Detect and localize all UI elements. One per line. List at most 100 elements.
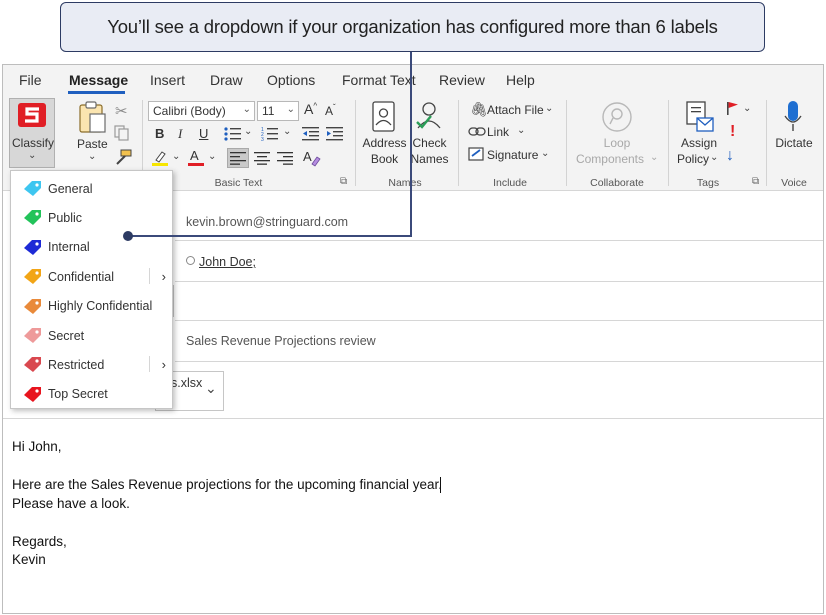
classify-menu-item-label: Public bbox=[48, 210, 83, 225]
assign-policy-icon[interactable] bbox=[685, 100, 715, 134]
label-tag-icon bbox=[24, 210, 41, 226]
font-size-combo[interactable]: 11 ⌄ bbox=[257, 101, 299, 121]
tab-insert[interactable]: Insert bbox=[150, 72, 185, 88]
paste-label: Paste bbox=[77, 137, 108, 151]
microphone-icon[interactable] bbox=[783, 100, 803, 134]
tags-group-label: Tags bbox=[696, 177, 720, 189]
signature-icon bbox=[468, 147, 484, 161]
check-names-label-1: Check bbox=[412, 136, 447, 150]
classify-dropdown-menu: General Public Internal Confidential › Highly… bbox=[10, 170, 173, 409]
link-button[interactable]: Link bbox=[487, 125, 509, 139]
tab-options[interactable]: Options bbox=[267, 72, 315, 88]
chevron-down-icon[interactable]: ⌄ bbox=[205, 380, 217, 397]
body-line-1: Here are the Sales Revenue projections f… bbox=[12, 477, 442, 492]
tab-format-text[interactable]: Format Text bbox=[342, 72, 416, 88]
chevron-down-icon: ⌄ bbox=[208, 151, 217, 162]
numbering-icon[interactable]: 1 2 3 bbox=[261, 126, 279, 142]
copy-icon[interactable] bbox=[114, 125, 130, 141]
tab-help[interactable]: Help bbox=[506, 72, 535, 88]
link-icon bbox=[468, 127, 486, 136]
chevron-right-icon[interactable]: › bbox=[162, 269, 166, 284]
check-names-label-2: Names bbox=[410, 152, 449, 166]
tab-file[interactable]: File bbox=[19, 72, 42, 88]
voice-group-label: Voice bbox=[781, 177, 807, 189]
bold-icon[interactable]: B bbox=[155, 126, 164, 141]
increase-indent-icon[interactable] bbox=[326, 126, 344, 142]
subject-field[interactable]: Sales Revenue Projections review bbox=[186, 334, 376, 348]
chevron-down-icon: ⌄ bbox=[286, 104, 295, 115]
group-separator bbox=[458, 100, 459, 186]
chevron-down-icon: ⌄ bbox=[710, 152, 719, 163]
label-tag-icon bbox=[24, 298, 41, 314]
loop-components-label-2: Components bbox=[575, 152, 645, 166]
highlight-icon[interactable] bbox=[151, 149, 169, 167]
field-divider bbox=[3, 418, 823, 419]
chevron-right-icon[interactable]: › bbox=[162, 357, 166, 372]
callout-connector bbox=[128, 235, 412, 237]
classify-menu-item[interactable]: Secret bbox=[11, 321, 172, 350]
tab-message[interactable]: Message bbox=[69, 72, 128, 88]
paste-icon[interactable] bbox=[78, 100, 108, 134]
classify-menu-item-label: Restricted bbox=[48, 357, 105, 372]
svg-text:A: A bbox=[190, 148, 199, 163]
tab-review[interactable]: Review bbox=[439, 72, 485, 88]
classify-menu-item[interactable]: Public bbox=[11, 203, 172, 232]
chevron-down-icon: ⌄ bbox=[517, 125, 526, 136]
chevron-down-icon: ⌄ bbox=[545, 103, 554, 114]
active-tab-indicator bbox=[68, 91, 125, 94]
body-closing: Regards, bbox=[12, 534, 67, 549]
classify-logo-icon bbox=[18, 103, 46, 127]
classify-menu-item-label: Secret bbox=[48, 328, 85, 343]
classify-menu-item[interactable]: Top Secret bbox=[11, 380, 172, 409]
flag-icon[interactable] bbox=[726, 101, 740, 115]
dialog-launcher-icon[interactable]: ⧉ bbox=[752, 176, 759, 187]
group-separator bbox=[355, 100, 356, 186]
classify-menu-item[interactable]: Internal bbox=[11, 233, 172, 262]
from-field[interactable]: kevin.brown@stringuard.com bbox=[186, 215, 348, 229]
cut-icon[interactable]: ✂ bbox=[115, 102, 128, 120]
clear-formatting-icon[interactable]: A bbox=[303, 149, 321, 167]
check-names-icon[interactable] bbox=[414, 100, 446, 134]
assign-policy-label-2: Policy bbox=[676, 152, 709, 166]
dialog-launcher-icon[interactable]: ⧉ bbox=[340, 176, 347, 187]
chevron-down-icon: ⌄ bbox=[244, 126, 253, 137]
label-tag-icon bbox=[24, 328, 41, 343]
chevron-down-icon: ⌄ bbox=[242, 104, 251, 115]
svg-text:3: 3 bbox=[261, 137, 264, 142]
callout-connector bbox=[410, 52, 412, 236]
field-divider bbox=[175, 281, 823, 282]
address-book-label-1: Address bbox=[362, 136, 407, 150]
font-color-icon[interactable]: A bbox=[187, 148, 205, 167]
low-importance-icon[interactable]: ↓ bbox=[726, 147, 734, 165]
shrink-font-icon[interactable]: Aˇ bbox=[325, 103, 336, 118]
classify-menu-item[interactable]: Confidential › bbox=[11, 262, 172, 291]
italic-icon[interactable]: I bbox=[178, 126, 182, 142]
underline-icon[interactable]: U bbox=[199, 126, 208, 141]
tab-draw[interactable]: Draw bbox=[210, 72, 243, 88]
submenu-separator bbox=[149, 268, 150, 285]
classify-menu-item[interactable]: Highly Confidential bbox=[11, 292, 172, 321]
attach-file-button[interactable]: Attach File bbox=[487, 103, 544, 117]
signature-button[interactable]: Signature bbox=[487, 148, 538, 162]
classify-menu-item-label: Highly Confidential bbox=[48, 299, 153, 314]
grow-font-icon[interactable]: A^ bbox=[304, 101, 317, 117]
label-tag-icon bbox=[24, 181, 41, 196]
high-importance-icon[interactable]: ! bbox=[730, 123, 735, 141]
classify-menu-item[interactable]: Restricted › bbox=[11, 350, 172, 379]
bullets-icon[interactable] bbox=[224, 126, 242, 142]
classify-menu-item[interactable]: General bbox=[11, 174, 172, 203]
callout-dot bbox=[123, 231, 133, 241]
decrease-indent-icon[interactable] bbox=[302, 126, 320, 142]
to-recipient[interactable]: John Doe; bbox=[199, 255, 256, 269]
classify-menu-item-label: Internal bbox=[48, 240, 90, 255]
callout-box: You’ll see a dropdown if your organizati… bbox=[60, 2, 765, 52]
font-name-combo[interactable]: Calibri (Body) ⌄ bbox=[148, 101, 255, 121]
align-center-icon[interactable] bbox=[254, 151, 270, 165]
format-painter-icon[interactable] bbox=[114, 149, 132, 165]
align-right-icon[interactable] bbox=[277, 151, 293, 165]
font-size-value: 11 bbox=[262, 104, 275, 118]
chevron-down-icon: ⌄ bbox=[28, 150, 37, 161]
chevron-down-icon: ⌄ bbox=[743, 103, 752, 114]
address-book-icon[interactable] bbox=[371, 101, 397, 133]
chevron-down-icon: ⌄ bbox=[541, 148, 550, 159]
